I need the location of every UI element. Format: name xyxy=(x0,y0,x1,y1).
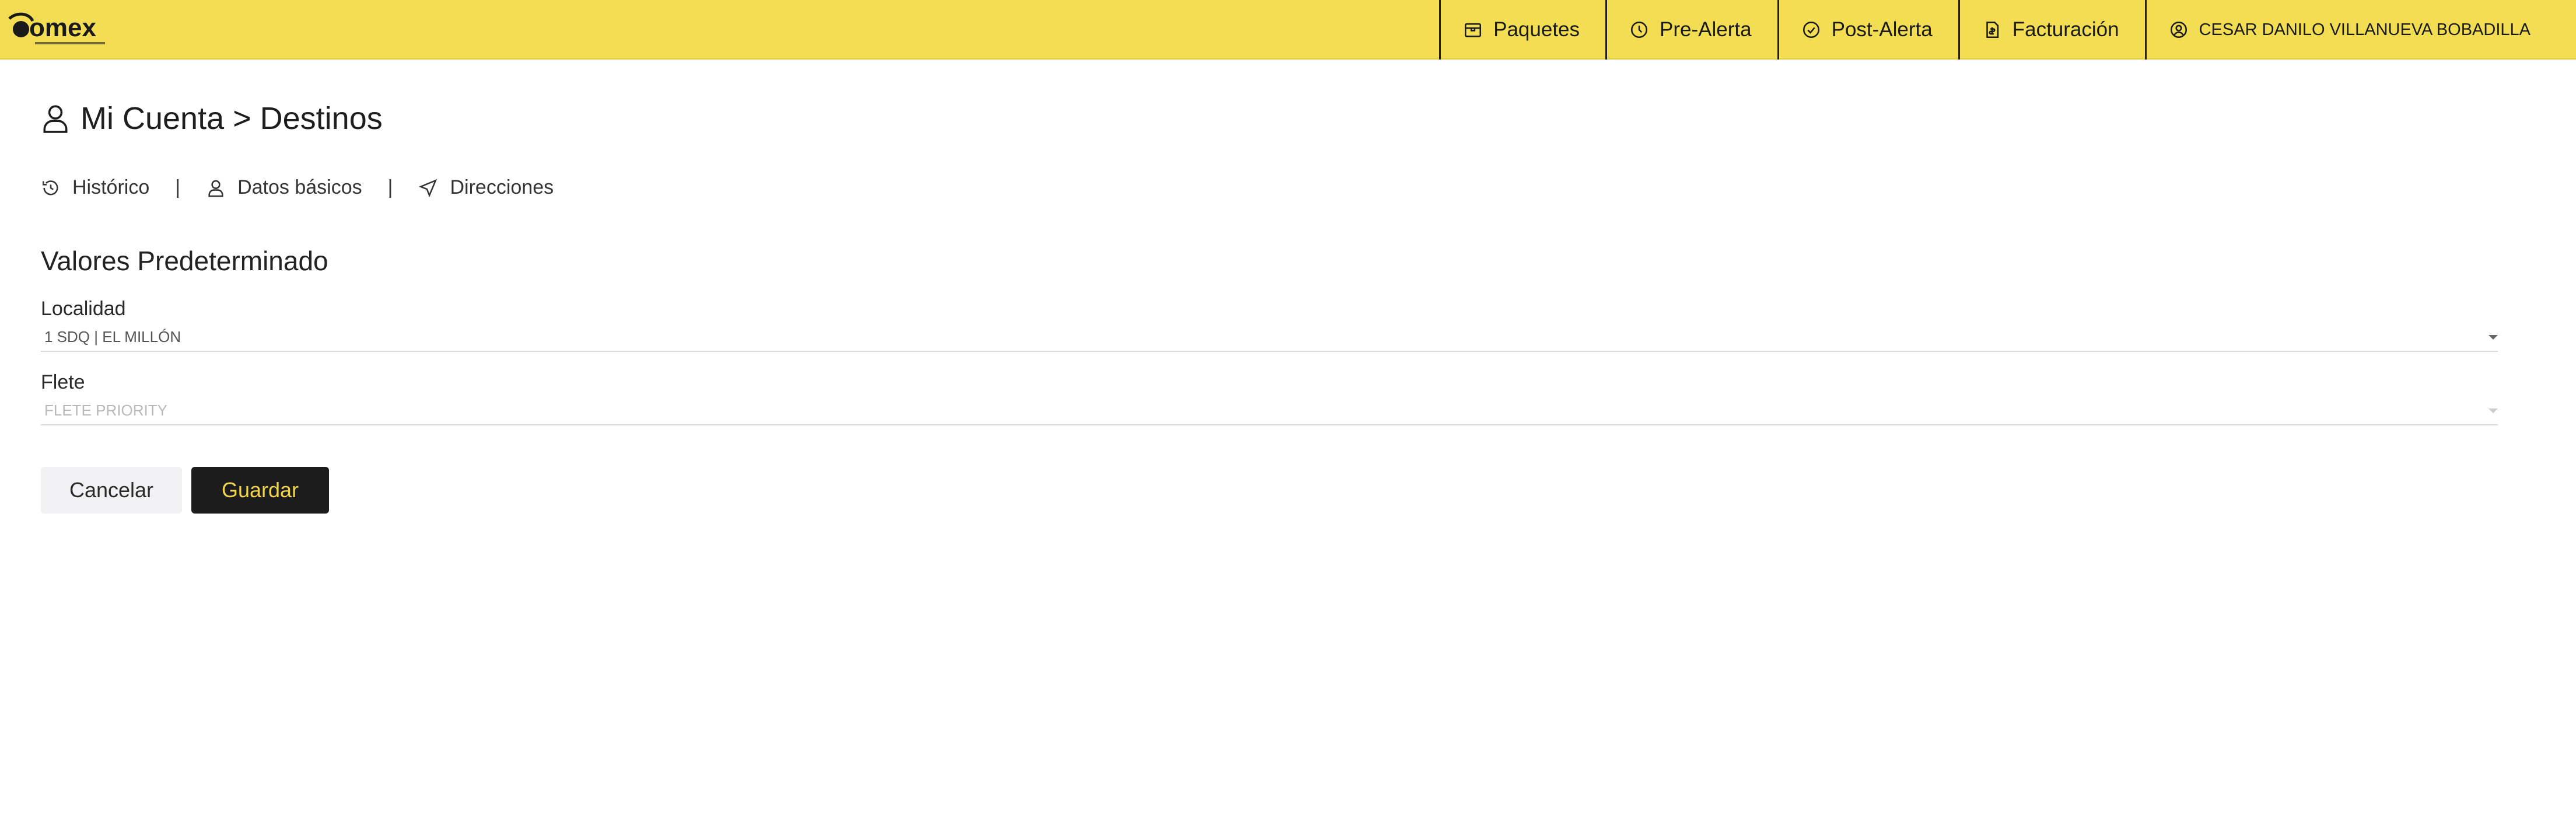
main-nav: Paquetes Pre-Alerta Post-Alerta Facturac… xyxy=(1439,0,2576,60)
nav-item-facturacion[interactable]: Facturación xyxy=(1958,0,2145,60)
history-icon xyxy=(42,180,58,195)
subnav-separator: | xyxy=(175,176,181,198)
user-name: CESAR DANILO VILLANUEVA BOBADILLA xyxy=(2199,20,2530,39)
nav-item-label: Post-Alerta xyxy=(1831,18,1933,41)
localidad-value: 1 SDQ | EL MILLÓN xyxy=(44,328,181,345)
top-navbar: omex Paquetes Pre-Alerta Post-Alerta Fac… xyxy=(0,0,2576,60)
subnav-item-historico[interactable]: Histórico xyxy=(41,176,149,199)
subnav-item-datos-basicos[interactable]: Datos básicos xyxy=(206,176,362,199)
flete-field: Flete FLETE PRIORITY xyxy=(41,371,2498,425)
flete-label: Flete xyxy=(41,371,85,393)
nav-item-user[interactable]: CESAR DANILO VILLANUEVA BOBADILLA xyxy=(2144,0,2576,60)
user-icon xyxy=(43,105,68,133)
nav-item-paquetes[interactable]: Paquetes xyxy=(1439,0,1605,60)
page-title: Mi Cuenta > Destinos xyxy=(41,100,383,137)
cancel-button[interactable]: Cancelar xyxy=(41,467,182,514)
chevron-down-icon xyxy=(2488,408,2498,413)
user-icon xyxy=(208,180,223,197)
subnav-separator: | xyxy=(387,176,393,198)
svg-text:omex: omex xyxy=(29,13,96,42)
page-title-text: Mi Cuenta > Destinos xyxy=(80,101,383,136)
nav-item-label: Paquetes xyxy=(1493,18,1580,41)
subnav-item-label: Datos básicos xyxy=(237,176,362,198)
localidad-select[interactable]: 1 SDQ | EL MILLÓN xyxy=(41,325,2498,352)
flete-select[interactable]: FLETE PRIORITY xyxy=(41,399,2498,425)
flete-value: FLETE PRIORITY xyxy=(44,401,167,419)
nav-item-pre-alerta[interactable]: Pre-Alerta xyxy=(1605,0,1777,60)
nav-item-label: Facturación xyxy=(2012,18,2119,41)
subnav-item-label: Direcciones xyxy=(450,176,554,198)
nav-item-post-alerta[interactable]: Post-Alerta xyxy=(1777,0,1958,60)
invoice-icon xyxy=(1986,21,1999,39)
domex-logo[interactable]: omex xyxy=(6,6,123,53)
subnav-item-direcciones[interactable]: Direcciones xyxy=(418,176,554,199)
account-subnav: Histórico | Datos básicos | Direcciones xyxy=(41,176,554,199)
section-title: Valores Predeterminado xyxy=(41,246,328,276)
user-circle-icon xyxy=(2170,21,2187,39)
package-icon xyxy=(1465,23,1482,37)
nav-item-label: Pre-Alerta xyxy=(1660,18,1752,41)
localidad-label: Localidad xyxy=(41,298,126,320)
chevron-down-icon xyxy=(2488,335,2498,340)
localidad-field: Localidad 1 SDQ | EL MILLÓN xyxy=(41,298,2498,352)
clock-icon xyxy=(1631,21,1648,39)
subnav-item-label: Histórico xyxy=(72,176,150,198)
save-button[interactable]: Guardar xyxy=(191,467,329,514)
navigation-icon xyxy=(419,179,438,197)
check-circle-icon xyxy=(1803,21,1819,39)
